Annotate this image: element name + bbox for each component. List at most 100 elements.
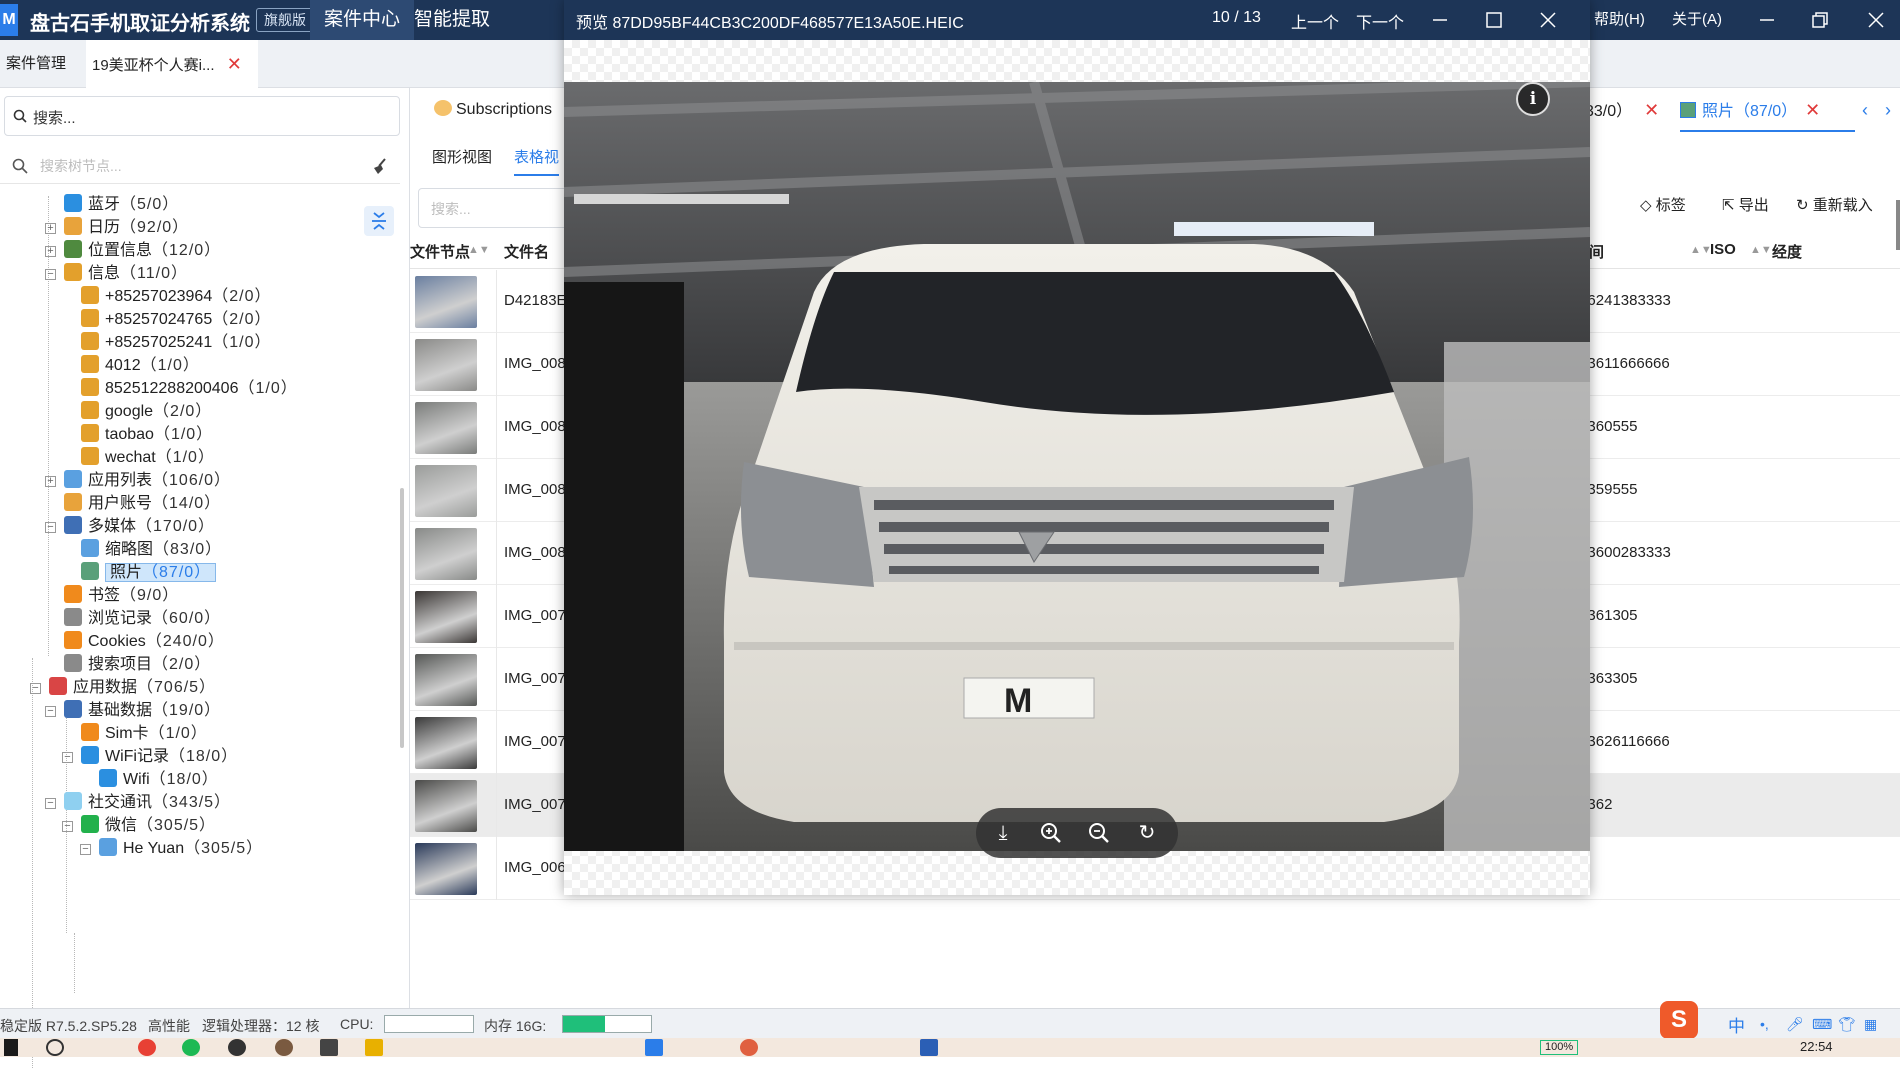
tree-node[interactable]: 照片（87/0） bbox=[81, 561, 217, 584]
tree-node[interactable]: taobao（1/0） bbox=[81, 423, 213, 446]
close-icon[interactable] bbox=[1862, 6, 1890, 34]
tree-node[interactable]: 4012（1/0） bbox=[81, 354, 200, 377]
col-file-node[interactable]: 文件节点 bbox=[410, 241, 470, 262]
tree-node[interactable]: 书签（9/0） bbox=[64, 584, 179, 607]
tab-scroll-right-icon[interactable]: › bbox=[1885, 100, 1891, 121]
vscode-icon[interactable] bbox=[645, 1039, 663, 1056]
sort-icon[interactable]: ▲▼ bbox=[1750, 244, 1772, 256]
maximize-icon[interactable] bbox=[1480, 6, 1508, 34]
tab-current-case[interactable]: 19美亚杯个人赛i... ✕ bbox=[86, 40, 258, 88]
collapse-node-icon[interactable]: − bbox=[62, 821, 73, 832]
collapse-node-icon[interactable]: − bbox=[62, 752, 73, 763]
rotate-icon[interactable]: ↻ bbox=[1132, 818, 1162, 848]
zoom-in-icon[interactable] bbox=[1036, 818, 1066, 848]
tree-node[interactable]: 852512288200406（1/0） bbox=[81, 377, 298, 400]
tree-node[interactable]: − WiFi记录（18/0） bbox=[62, 745, 238, 768]
export-button[interactable]: ⇱ 导出 bbox=[1722, 194, 1769, 215]
tree-node[interactable]: Wifi（18/0） bbox=[99, 768, 219, 791]
thumbnail-image[interactable] bbox=[415, 843, 477, 895]
minimize-icon[interactable] bbox=[1426, 6, 1454, 34]
menu-smart-extract[interactable]: 智能提取 bbox=[400, 0, 504, 40]
minimize-icon[interactable] bbox=[1753, 6, 1781, 34]
tree-node[interactable]: − 微信（305/5） bbox=[62, 814, 216, 837]
thumbnail-image[interactable] bbox=[415, 780, 477, 832]
expand-icon[interactable]: + bbox=[45, 476, 56, 487]
chrome-icon[interactable] bbox=[138, 1039, 156, 1056]
sort-icon[interactable]: ▲▼ bbox=[468, 244, 490, 256]
tab-subscriptions[interactable]: Subscriptions bbox=[434, 88, 552, 132]
thumbnail-image[interactable] bbox=[415, 402, 477, 454]
tree-node[interactable]: − He Yuan（305/5） bbox=[80, 837, 263, 860]
global-search-input[interactable]: 搜索... bbox=[4, 96, 400, 136]
prev-button[interactable]: 上一个 bbox=[1291, 9, 1339, 33]
thumbnail-image[interactable] bbox=[415, 591, 477, 643]
tree-node[interactable]: +85257025241（1/0） bbox=[81, 331, 271, 354]
menu-case-center[interactable]: 案件中心 bbox=[310, 0, 415, 40]
search-icon[interactable] bbox=[46, 1039, 64, 1056]
start-icon[interactable] bbox=[4, 1039, 18, 1056]
close-tab-icon[interactable]: ✕ bbox=[1644, 100, 1659, 120]
tree-node[interactable]: + 位置信息（12/0） bbox=[45, 239, 221, 262]
close-tab-icon[interactable]: ✕ bbox=[1805, 100, 1820, 120]
collapse-node-icon[interactable]: − bbox=[30, 683, 41, 694]
app-icon[interactable] bbox=[320, 1039, 338, 1056]
ime-punct-icon[interactable]: •, bbox=[1760, 1016, 1769, 1032]
tab-scroll-left-icon[interactable]: ‹ bbox=[1862, 100, 1868, 121]
expand-icon[interactable]: + bbox=[45, 223, 56, 234]
tree-node[interactable]: − 应用数据（706/5） bbox=[30, 676, 216, 699]
zoom-out-icon[interactable] bbox=[1084, 818, 1114, 848]
ime-mode[interactable]: 中 bbox=[1728, 1012, 1745, 1037]
ime-logo-icon[interactable]: S bbox=[1660, 1001, 1698, 1039]
tree-node[interactable]: + 应用列表（106/0） bbox=[45, 469, 231, 492]
tree-node[interactable]: 搜索项目（2/0） bbox=[64, 653, 211, 676]
thumbnail-image[interactable] bbox=[415, 339, 477, 391]
col-longitude[interactable]: 经度 bbox=[1772, 241, 1802, 262]
reload-button[interactable]: ↻ 重新载入 bbox=[1796, 194, 1873, 215]
tab-previous-fragment[interactable]: 33/0） ✕ bbox=[1585, 88, 1659, 132]
thumbnail-image[interactable] bbox=[415, 465, 477, 517]
tree-node[interactable]: +85257023964（2/0） bbox=[81, 285, 271, 308]
tree-node[interactable]: − 多媒体（170/0） bbox=[45, 515, 215, 538]
tree-node[interactable]: − 信息（11/0） bbox=[45, 262, 188, 285]
tree-node[interactable]: − 社交通讯（343/5） bbox=[45, 791, 231, 814]
info-button[interactable]: i bbox=[1516, 82, 1550, 116]
table-scrollbar[interactable] bbox=[1896, 200, 1900, 250]
app-icon[interactable] bbox=[365, 1039, 383, 1056]
app-icon[interactable] bbox=[740, 1039, 758, 1056]
keyboard-icon[interactable]: ⌨ bbox=[1812, 1016, 1832, 1033]
spotify-icon[interactable] bbox=[182, 1039, 200, 1056]
thumbnail-image[interactable] bbox=[415, 717, 477, 769]
tree-node[interactable]: 用户账号（14/0） bbox=[64, 492, 221, 515]
tree-node[interactable]: − 基础数据（19/0） bbox=[45, 699, 221, 722]
tree-node[interactable]: wechat（1/0） bbox=[81, 446, 215, 469]
collapse-node-icon[interactable]: − bbox=[45, 269, 56, 280]
preview-photo[interactable]: M bbox=[564, 82, 1590, 851]
battery-indicator[interactable]: 100% bbox=[1540, 1040, 1579, 1055]
tree-search-input[interactable]: 搜索树节点... bbox=[0, 148, 400, 184]
collapse-all-button[interactable] bbox=[364, 206, 394, 236]
download-icon[interactable]: ⤓ bbox=[988, 818, 1018, 848]
tree-node[interactable]: 蓝牙（5/0） bbox=[64, 193, 179, 216]
app-icon[interactable] bbox=[275, 1039, 293, 1056]
tree-node[interactable]: google（2/0） bbox=[81, 400, 212, 423]
microphone-icon[interactable]: 🎤︎ bbox=[1786, 1016, 1804, 1033]
col-file-name[interactable]: 文件名 bbox=[504, 241, 549, 262]
thumbnail-image[interactable] bbox=[415, 276, 477, 328]
tree-node[interactable]: + 日历（92/0） bbox=[45, 216, 189, 239]
tab-photos[interactable]: 照片（87/0） ✕ bbox=[1680, 88, 1855, 132]
tag-button[interactable]: ◇ 标签 bbox=[1640, 194, 1686, 215]
app-icon[interactable] bbox=[228, 1039, 246, 1056]
expand-icon[interactable]: + bbox=[45, 246, 56, 257]
skin-icon[interactable]: 👕︎ bbox=[1838, 1016, 1856, 1033]
tree-node[interactable]: +85257024765（2/0） bbox=[81, 308, 271, 331]
taskbar-clock[interactable]: 22:54 bbox=[1800, 1039, 1833, 1054]
tree-scrollbar[interactable] bbox=[400, 488, 404, 748]
tree-node[interactable]: 浏览记录（60/0） bbox=[64, 607, 221, 630]
collapse-node-icon[interactable]: − bbox=[80, 844, 91, 855]
close-tab-icon[interactable]: ✕ bbox=[227, 54, 242, 74]
collapse-node-icon[interactable]: − bbox=[45, 522, 56, 533]
collapse-node-icon[interactable]: − bbox=[45, 706, 56, 717]
tree-node[interactable]: 缩略图（83/0） bbox=[81, 538, 222, 561]
next-button[interactable]: 下一个 bbox=[1356, 9, 1404, 33]
thumbnail-image[interactable] bbox=[415, 528, 477, 580]
